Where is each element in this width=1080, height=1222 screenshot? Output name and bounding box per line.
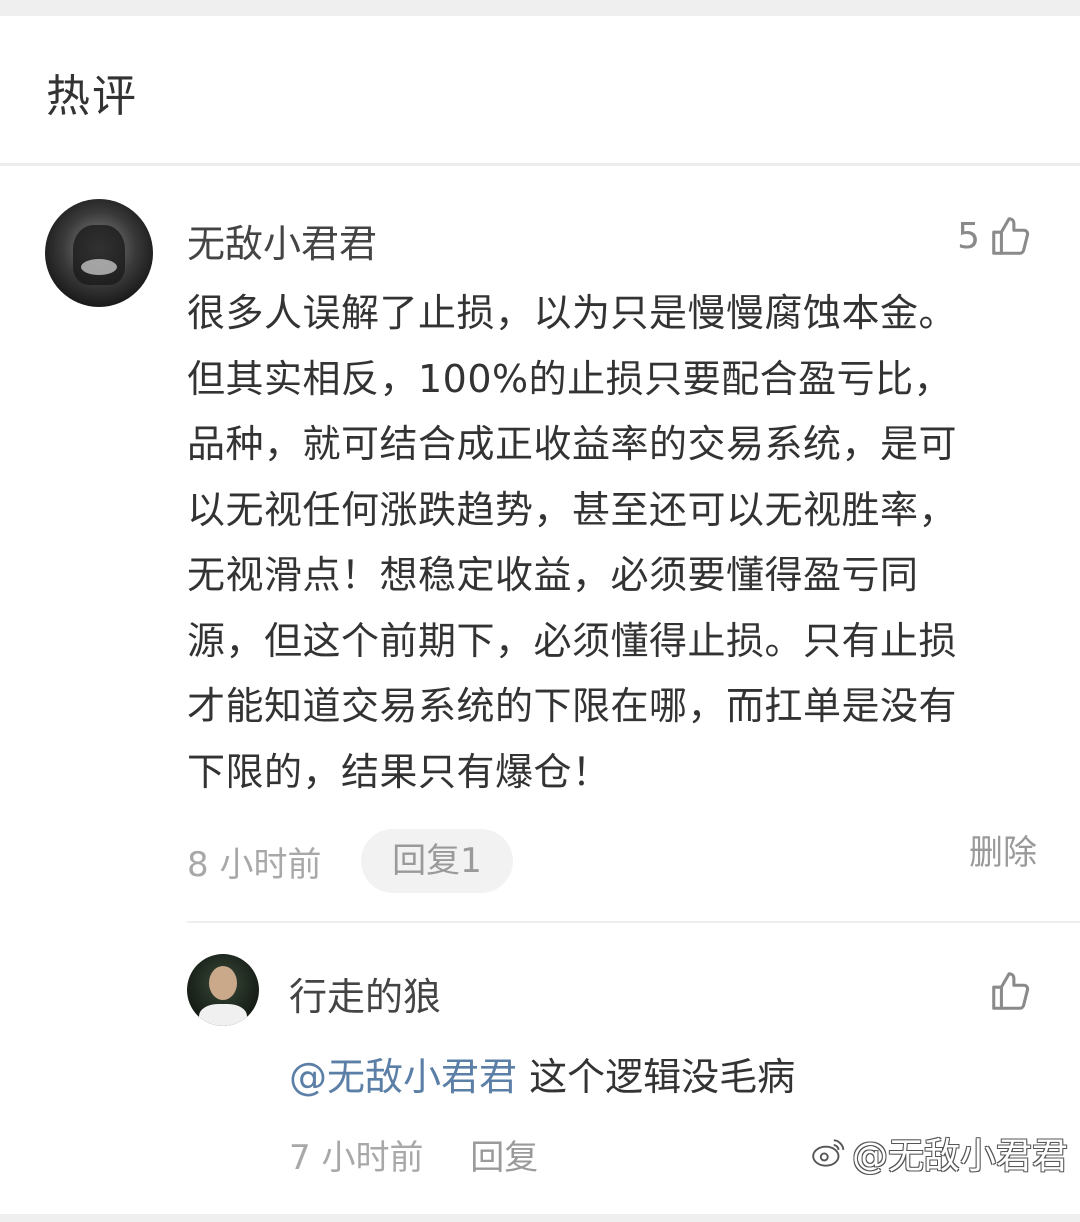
comment-card: 无敌小君君 5 很多人误解了止损，以为只是慢慢腐蚀本金。 但其实相反，100%的… [0,169,1080,1219]
divider [187,921,1080,923]
section-title: 热评 [46,71,138,122]
reply-time: 7 小时前 [289,1138,424,1178]
like-button[interactable]: 5 [957,213,1034,259]
reply-link[interactable]: 回复 [470,1138,538,1178]
comment-line: 但其实相反，100%的止损只要配合盈亏比， [187,356,953,401]
delete-button[interactable]: 删除 [969,825,1037,874]
avatar[interactable] [45,199,153,307]
reply-avatar[interactable] [187,954,259,1026]
mention-link[interactable]: @无敌小君君 [289,1055,517,1099]
comment-line: 以无视任何涨跌趋势，甚至还可以无视胜率， [187,487,958,532]
reply-button[interactable]: 回复1 [361,829,513,893]
reply-meta: 7 小时前 回复 [289,1130,538,1179]
reply-text: 这个逻辑没毛病 [517,1055,796,1099]
comment-line: 很多人误解了止损，以为只是慢慢腐蚀本金。 [187,291,958,335]
comment-time: 8 小时前 [187,845,322,885]
top-strip [0,0,1080,16]
like-count: 5 [957,215,980,257]
comment-line: 下限的，结果只有爆仓！ [187,749,611,794]
thumbs-up-icon[interactable] [988,968,1034,1014]
comment-line: 无视滑点！想稳定收益，必须要懂得盈亏同 [187,553,919,597]
thumbs-up-icon [992,217,1030,255]
comment-body: 很多人误解了止损，以为只是慢慢腐蚀本金。 但其实相反，100%的止损只要配合盈亏… [187,281,1037,805]
watermark-text: @无敌小君君 [851,1136,1068,1177]
weibo-logo-icon [812,1139,845,1167]
comment-meta: 8 小时前 回复1 删除 [187,829,1037,893]
watermark: @无敌小君君 [810,1127,1068,1179]
comment-username[interactable]: 无敌小君君 [187,213,377,268]
reply-body: @无敌小君君 这个逻辑没毛病 [289,1046,795,1101]
comment-line: 才能知道交易系统的下限在哪，而扛单是没有 [187,684,958,728]
comment-line: 品种，就可结合成正收益率的交易系统，是可 [187,422,958,466]
comment-line: 源，但这个前期下，必须懂得止损。只有止损 [187,618,958,663]
bottom-strip [0,1214,1080,1222]
reply-username[interactable]: 行走的狼 [289,966,441,1021]
section-header: 热评 [0,16,1080,166]
